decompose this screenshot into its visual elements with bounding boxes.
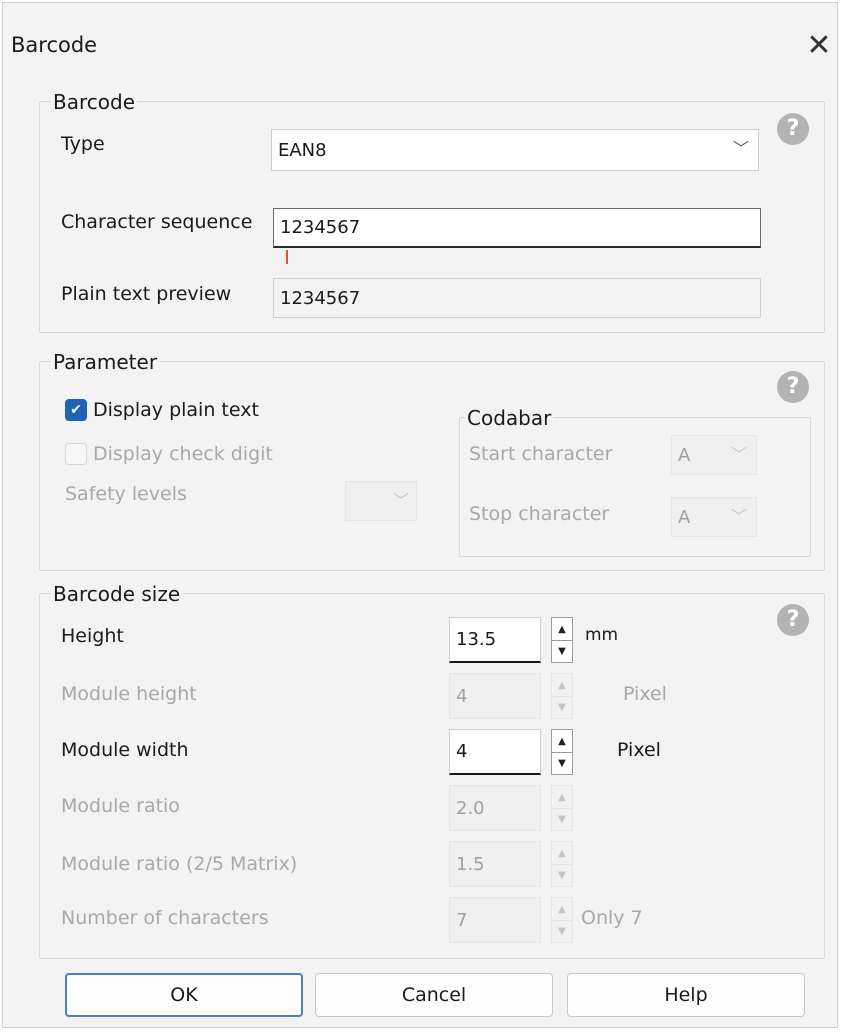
display-plain-text-checkbox[interactable]: ✔	[65, 399, 87, 421]
char-seq-input[interactable]: 1234567	[273, 208, 761, 248]
triangle-up-icon[interactable]: ▲	[552, 618, 572, 640]
module-width-value: 4	[456, 741, 468, 762]
char-seq-label: Character sequence	[61, 211, 253, 233]
module-width-input[interactable]: 4	[449, 729, 541, 775]
module-height-input[interactable]: 4	[449, 673, 541, 719]
triangle-down-icon[interactable]: ▼	[552, 808, 572, 830]
window-title: Barcode	[11, 33, 98, 57]
triangle-up-icon[interactable]: ▲	[552, 674, 572, 696]
barcode-size-legend: Barcode size	[51, 582, 183, 606]
cancel-button[interactable]: Cancel	[315, 973, 553, 1017]
type-select[interactable]: EAN8	[271, 129, 759, 171]
num-chars-spinner[interactable]: ▲ ▼	[551, 897, 573, 943]
module-width-spinner[interactable]: ▲ ▼	[551, 729, 573, 775]
module-ratio-25-value: 1.5	[456, 853, 485, 875]
barcode-group-legend: Barcode	[51, 90, 137, 114]
parameter-group-legend: Parameter	[51, 350, 160, 374]
start-character-value: A	[678, 444, 691, 466]
type-label: Type	[61, 133, 105, 155]
triangle-down-icon[interactable]: ▼	[552, 864, 572, 886]
chevron-down-icon: ﹀	[392, 491, 409, 510]
chevron-down-icon: ﹀	[730, 445, 747, 464]
height-spinner[interactable]: ▲ ▼	[551, 617, 573, 663]
help-circle-icon[interactable]: ?	[777, 371, 809, 403]
preview-label: Plain text preview	[61, 283, 232, 305]
height-unit: mm	[585, 625, 619, 645]
help-button[interactable]: Help	[567, 973, 805, 1017]
stop-character-value: A	[678, 506, 691, 528]
start-character-label: Start character	[469, 443, 613, 465]
triangle-up-icon[interactable]: ▲	[552, 786, 572, 808]
triangle-up-icon[interactable]: ▲	[552, 898, 572, 920]
title-bar: Barcode ✕	[3, 3, 837, 83]
codabar-legend: Codabar	[465, 406, 554, 430]
triangle-down-icon[interactable]: ▼	[552, 920, 572, 942]
module-ratio-25-label: Module ratio (2/5 Matrix)	[61, 853, 298, 875]
triangle-up-icon[interactable]: ▲	[552, 730, 572, 752]
module-ratio-spinner[interactable]: ▲ ▼	[551, 785, 573, 831]
num-chars-value: 7	[456, 909, 468, 931]
module-height-value: 4	[456, 685, 468, 707]
help-circle-icon[interactable]: ?	[777, 113, 809, 145]
module-height-label: Module height	[61, 683, 197, 705]
chevron-down-icon: ﹀	[730, 507, 747, 526]
triangle-down-icon[interactable]: ▼	[552, 696, 572, 718]
type-select-value: EAN8	[278, 139, 327, 161]
num-chars-input[interactable]: 7	[449, 897, 541, 943]
module-ratio-input[interactable]: 2.0	[449, 785, 541, 831]
codabar-group	[459, 417, 811, 557]
triangle-up-icon[interactable]: ▲	[552, 842, 572, 864]
height-input[interactable]: 13.5	[449, 617, 541, 663]
module-ratio-value: 2.0	[456, 797, 485, 819]
checkmark-icon: ✔	[70, 402, 82, 418]
preview-field: 1234567	[273, 278, 761, 318]
module-width-unit: Pixel	[617, 739, 661, 761]
barcode-dialog: Barcode ✕ Barcode ? Type EAN8 ﹀ Characte…	[2, 2, 838, 1028]
ok-button[interactable]: OK	[65, 973, 303, 1017]
triangle-down-icon[interactable]: ▼	[552, 640, 572, 662]
display-plain-text-label[interactable]: Display plain text	[93, 399, 259, 421]
module-ratio-label: Module ratio	[61, 795, 180, 817]
preview-value: 1234567	[280, 287, 361, 309]
chevron-down-icon: ﹀	[732, 139, 749, 158]
close-icon[interactable]: ✕	[799, 21, 839, 71]
help-circle-icon[interactable]: ?	[777, 604, 809, 636]
triangle-down-icon[interactable]: ▼	[552, 752, 572, 774]
height-value: 13.5	[456, 629, 497, 650]
num-chars-note: Only 7	[581, 907, 643, 929]
num-chars-label: Number of characters	[61, 907, 269, 929]
display-check-digit-label[interactable]: Display check digit	[93, 443, 273, 465]
height-label: Height	[61, 625, 124, 647]
text-caret	[286, 250, 288, 264]
stop-character-label: Stop character	[469, 503, 610, 525]
module-width-label: Module width	[61, 739, 189, 761]
module-ratio-25-spinner[interactable]: ▲ ▼	[551, 841, 573, 887]
module-ratio-25-input[interactable]: 1.5	[449, 841, 541, 887]
module-height-spinner[interactable]: ▲ ▼	[551, 673, 573, 719]
safety-levels-label: Safety levels	[65, 483, 187, 505]
module-height-unit: Pixel	[623, 683, 667, 705]
display-check-digit-checkbox[interactable]	[65, 443, 87, 465]
char-seq-value: 1234567	[280, 217, 361, 238]
barcode-size-group	[39, 593, 825, 959]
